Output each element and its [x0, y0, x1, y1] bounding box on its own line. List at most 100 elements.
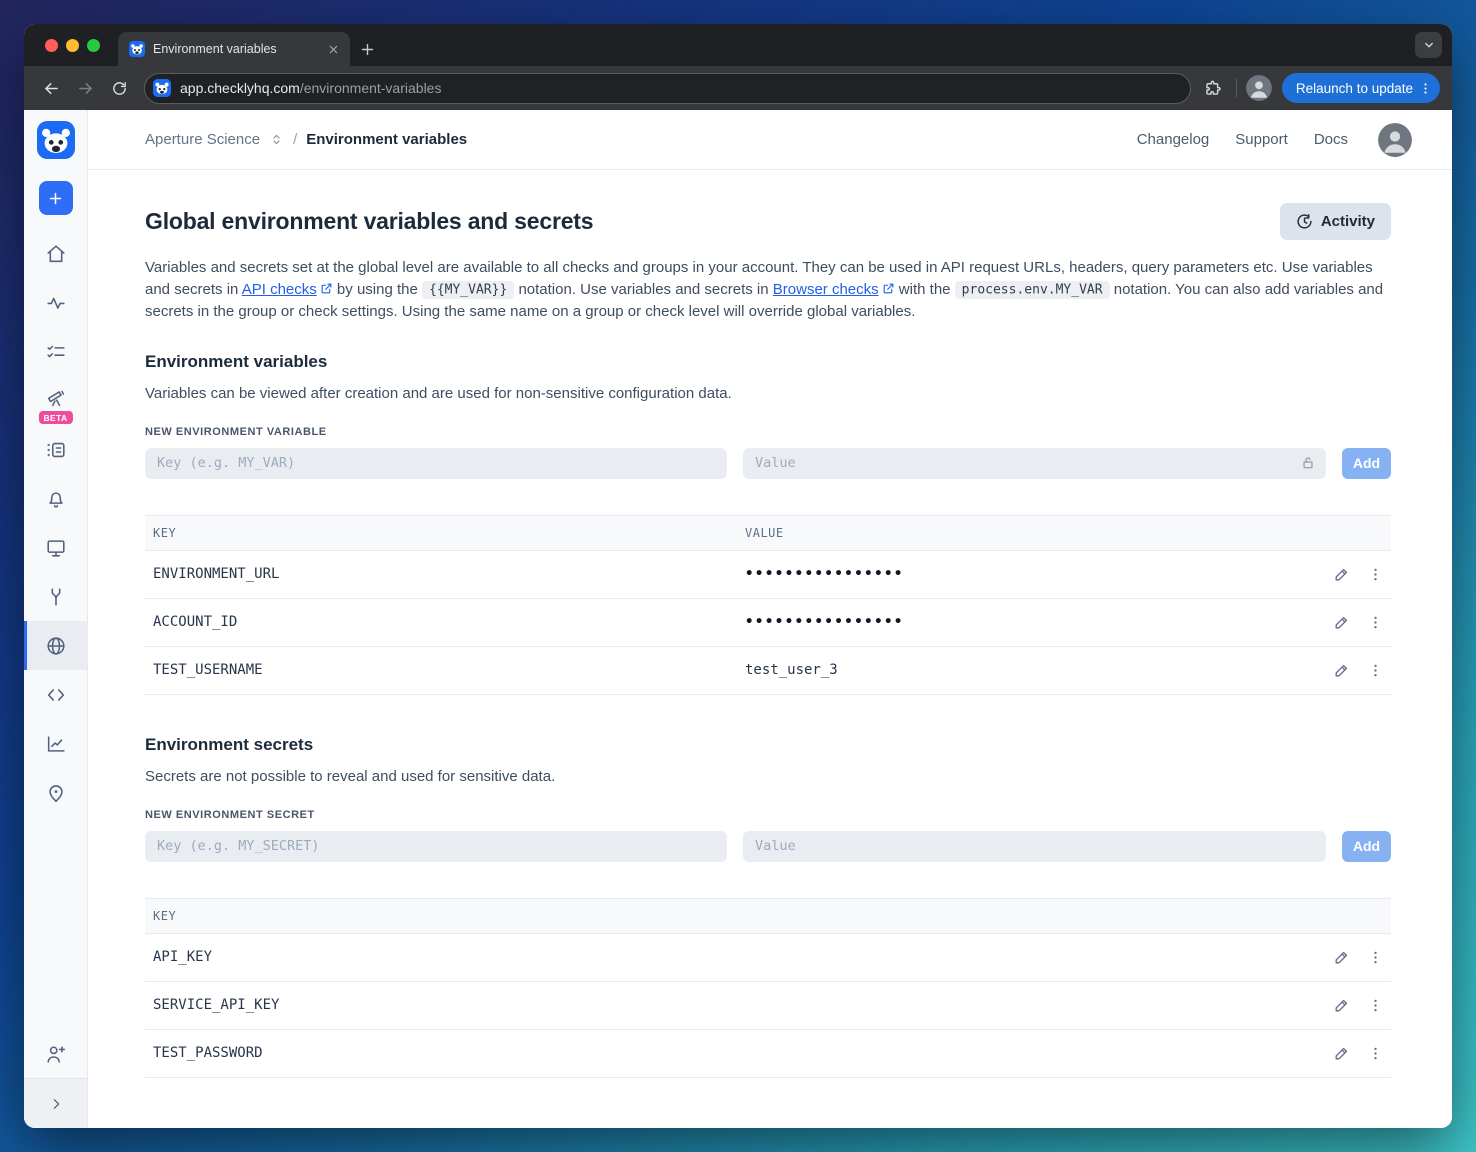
- telescope-icon: [47, 390, 64, 406]
- api-checks-link[interactable]: API checks: [242, 281, 317, 298]
- maximize-window-button[interactable]: [87, 38, 100, 52]
- secrets-heading: Environment secrets: [145, 734, 314, 754]
- sidebar-item-private-locations[interactable]: [24, 768, 87, 817]
- monitor-icon: [46, 539, 65, 557]
- browser-tab[interactable]: Environment variables: [118, 32, 350, 66]
- checkly-logo[interactable]: [36, 121, 75, 159]
- tab-search-button[interactable]: [1415, 32, 1442, 58]
- toolbar-divider: [1235, 79, 1237, 97]
- close-window-button[interactable]: [45, 38, 58, 52]
- table-row: SERVICE_API_KEY: [145, 982, 1391, 1030]
- variable-key-input[interactable]: [145, 447, 727, 479]
- activity-button[interactable]: Activity: [1279, 203, 1391, 240]
- sidebar-item-explore-beta[interactable]: BETA: [24, 376, 87, 425]
- table-row: TEST_PASSWORD: [145, 1030, 1391, 1078]
- account-switcher-icon[interactable]: [269, 132, 284, 147]
- person-plus-icon: [46, 1045, 65, 1063]
- row-menu-icon[interactable]: [1361, 1039, 1389, 1067]
- back-icon[interactable]: [36, 73, 66, 103]
- desktop-background: Environment variables app.checklyhq.com/…: [0, 0, 1476, 1152]
- add-secret-button[interactable]: Add: [1342, 830, 1391, 862]
- row-menu-icon[interactable]: [1361, 943, 1389, 971]
- sidebar-item-invite-user[interactable]: [24, 1029, 87, 1078]
- sidebar-item-checks[interactable]: [24, 327, 87, 376]
- forward-icon[interactable]: [70, 73, 100, 103]
- checklist-icon: [46, 345, 65, 357]
- nav-support[interactable]: Support: [1235, 131, 1288, 148]
- pulse-icon: [46, 297, 65, 309]
- intro-text-3: notation. Use variables and secrets in: [514, 280, 773, 298]
- variable-key: TEST_USERNAME: [153, 662, 263, 678]
- edit-icon[interactable]: [1327, 991, 1355, 1019]
- page-content: Global environment variables and secrets…: [88, 170, 1452, 1128]
- row-menu-icon[interactable]: [1361, 560, 1389, 588]
- sidebar-item-alerts[interactable]: [24, 474, 87, 523]
- secret-key-input[interactable]: [145, 830, 727, 862]
- environment-secrets-section: Environment secrets Secrets are not poss…: [145, 735, 1391, 1078]
- edit-icon[interactable]: [1327, 943, 1355, 971]
- user-avatar[interactable]: [1378, 122, 1412, 157]
- window-controls: [45, 24, 100, 66]
- edit-icon[interactable]: [1327, 1039, 1355, 1067]
- tab-close-icon[interactable]: [324, 40, 342, 58]
- secrets-description: Secrets are not possible to reveal and u…: [145, 767, 556, 785]
- edit-icon[interactable]: [1327, 656, 1355, 684]
- variables-heading: Environment variables: [145, 351, 328, 371]
- session-list-icon: [47, 442, 65, 457]
- row-menu-icon[interactable]: [1361, 608, 1389, 636]
- variable-value-input[interactable]: [743, 447, 1326, 479]
- sidebar-item-dashboards[interactable]: [24, 523, 87, 572]
- checkly-favicon: [129, 41, 145, 57]
- sidebar-item-activity[interactable]: [24, 278, 87, 327]
- reload-icon[interactable]: [104, 73, 134, 103]
- browser-checks-link[interactable]: Browser checks: [773, 281, 879, 298]
- sidebar-item-snippets[interactable]: [24, 670, 87, 719]
- sidebar-item-environment-variables[interactable]: [24, 621, 87, 670]
- relaunch-to-update-button[interactable]: Relaunch to update: [1281, 73, 1440, 103]
- fork-icon: [51, 587, 60, 606]
- nav-changelog[interactable]: Changelog: [1137, 131, 1210, 148]
- minimize-window-button[interactable]: [66, 38, 79, 52]
- variable-value: test_user_3: [745, 662, 838, 678]
- edit-icon[interactable]: [1327, 560, 1355, 588]
- extensions-icon[interactable]: [1199, 74, 1227, 102]
- sidebar-expand-button[interactable]: [24, 1078, 87, 1128]
- page-description: Variables and secrets set at the global …: [145, 257, 1391, 323]
- chevron-right-icon: [53, 1098, 59, 1109]
- clock-history-icon: [1297, 214, 1312, 229]
- row-menu-icon[interactable]: [1361, 991, 1389, 1019]
- lock-icon[interactable]: [1300, 455, 1316, 471]
- sidebar-item-analytics[interactable]: [24, 719, 87, 768]
- secrets-table: KEY API_KEY SERVICE_API_KEY TEST_PASSWOR…: [145, 897, 1391, 1078]
- globe-icon: [46, 636, 65, 655]
- row-menu-icon[interactable]: [1361, 656, 1389, 684]
- account-switcher-label[interactable]: Aperture Science: [145, 131, 260, 148]
- app-header: Aperture Science / Environment variables…: [88, 110, 1452, 170]
- secret-value-input[interactable]: [743, 830, 1326, 862]
- column-value: VALUE: [745, 525, 784, 540]
- intro-text-4: with the: [894, 280, 955, 298]
- sidebar-item-test-sessions[interactable]: [24, 425, 87, 474]
- column-key: KEY: [153, 525, 177, 540]
- chart-icon: [47, 735, 65, 752]
- top-nav: Changelog Support Docs: [1137, 122, 1412, 157]
- sidebar: BETA: [24, 110, 88, 1128]
- new-secret-label: NEW ENVIRONMENT SECRET: [145, 808, 315, 821]
- activity-label: Activity: [1320, 213, 1375, 230]
- nav-docs[interactable]: Docs: [1314, 131, 1348, 148]
- add-variable-button[interactable]: Add: [1342, 447, 1391, 479]
- edit-icon[interactable]: [1327, 608, 1355, 636]
- variable-key: ACCOUNT_ID: [153, 614, 238, 630]
- variables-table-header: KEY VALUE: [145, 514, 1391, 551]
- sidebar-item-home[interactable]: [24, 229, 87, 278]
- variables-table: KEY VALUE ENVIRONMENT_URL ••••••••••••••…: [145, 514, 1391, 695]
- bell-icon: [48, 491, 63, 508]
- table-row: ACCOUNT_ID ••••••••••••••••: [145, 599, 1391, 647]
- sidebar-item-maintenance[interactable]: [24, 572, 87, 621]
- create-new-button[interactable]: [38, 181, 73, 215]
- address-bar[interactable]: app.checklyhq.com/environment-variables: [144, 72, 1191, 104]
- new-tab-button[interactable]: [350, 32, 384, 66]
- browser-profile-avatar[interactable]: [1245, 75, 1272, 101]
- home-icon: [46, 244, 65, 262]
- url-path: /environment-variables: [299, 80, 442, 96]
